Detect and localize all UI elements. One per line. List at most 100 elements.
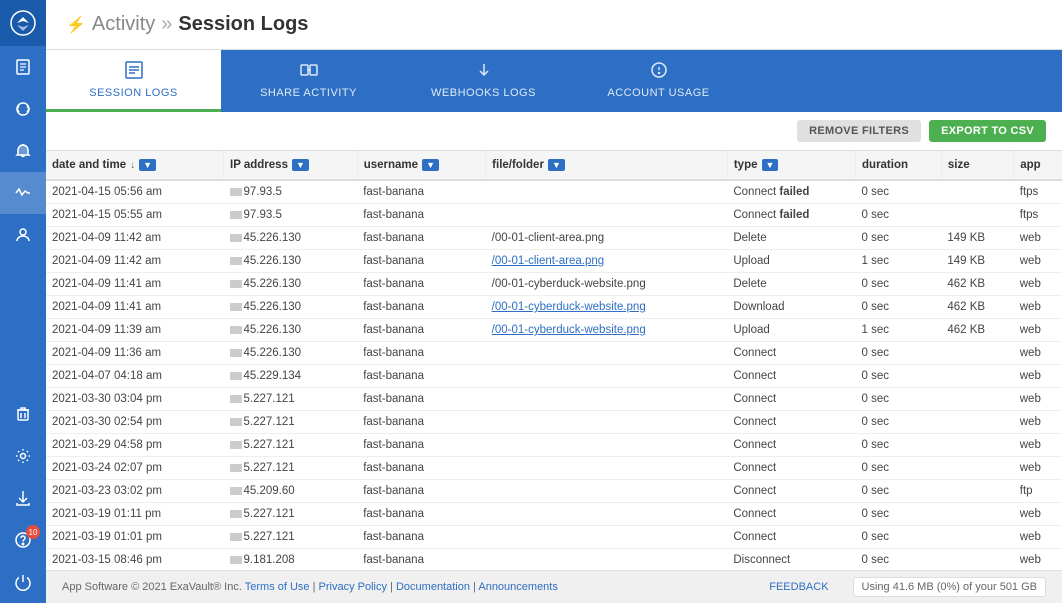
privacy-link[interactable]: Privacy Policy (319, 581, 387, 593)
table-row: 2021-03-30 03:04 pm5.227.121fast-bananaC… (46, 388, 1062, 411)
col-type[interactable]: type ▼ (727, 151, 855, 180)
table-cell[interactable]: /00-01-client-area.png (486, 250, 728, 273)
tab-session-logs[interactable]: SESSION LOGS (46, 50, 221, 112)
table-cell: 45.226.130 (224, 342, 358, 365)
table-cell (941, 503, 1013, 526)
toolbar: REMOVE FILTERS EXPORT TO CSV (46, 112, 1062, 151)
session-logs-title: Session Logs (178, 13, 308, 36)
table-cell: 97.93.5 (224, 204, 358, 227)
flag-icon (230, 533, 242, 541)
table-cell: Connect (727, 365, 855, 388)
trash-icon[interactable] (0, 393, 46, 435)
tab-share-activity[interactable]: SHARE ACTIVITY (221, 50, 396, 112)
activity-icon[interactable] (0, 172, 46, 214)
table-cell: fast-banana (357, 180, 485, 204)
flag-icon (230, 257, 242, 265)
footer-left: App Software © 2021 ExaVault® Inc. Terms… (62, 581, 558, 593)
account-usage-tab-label: ACCOUNT USAGE (607, 87, 709, 99)
col-type-label: type (734, 159, 758, 171)
table-cell: 45.209.60 (224, 480, 358, 503)
col-username[interactable]: username ▼ (357, 151, 485, 180)
table-cell: web (1014, 503, 1062, 526)
documentation-link[interactable]: Documentation (396, 581, 470, 593)
table-cell: 45.226.130 (224, 250, 358, 273)
table-cell: 5.227.121 (224, 434, 358, 457)
remove-filters-button[interactable]: REMOVE FILTERS (797, 120, 921, 142)
table-cell: fast-banana (357, 319, 485, 342)
feedback-button[interactable]: FEEDBACK (769, 581, 828, 593)
table-cell: 1 sec (856, 250, 942, 273)
flag-icon (230, 280, 242, 288)
sync-icon[interactable] (0, 88, 46, 130)
filter-datetime-icon[interactable]: ▼ (139, 159, 156, 171)
webhooks-logs-tab-label: WEBHOOKS LOGS (431, 87, 536, 99)
col-duration: duration (856, 151, 942, 180)
table-row: 2021-04-09 11:36 am45.226.130fast-banana… (46, 342, 1062, 365)
table-cell: 2021-04-15 05:55 am (46, 204, 224, 227)
activity-label: Activity (92, 13, 155, 36)
table-cell[interactable]: /00-01-cyberduck-website.png (486, 296, 728, 319)
table-cell: fast-banana (357, 549, 485, 571)
settings-icon[interactable] (0, 435, 46, 477)
table-cell: 462 KB (941, 273, 1013, 296)
tab-webhooks-logs[interactable]: WEBHOOKS LOGS (396, 50, 571, 112)
col-ip[interactable]: IP address ▼ (224, 151, 358, 180)
table-cell: 45.229.134 (224, 365, 358, 388)
table-cell: web (1014, 250, 1062, 273)
tab-account-usage[interactable]: ACCOUNT USAGE (571, 50, 746, 112)
filter-file-icon[interactable]: ▼ (548, 159, 565, 171)
power-icon[interactable] (0, 561, 46, 603)
table-cell (941, 342, 1013, 365)
table-cell: 2021-03-19 01:01 pm (46, 526, 224, 549)
table-cell (941, 457, 1013, 480)
col-file[interactable]: file/folder ▼ (486, 151, 728, 180)
filter-type-icon[interactable]: ▼ (762, 159, 779, 171)
announcements-link[interactable]: Announcements (478, 581, 558, 593)
table-cell (486, 365, 728, 388)
export-csv-button[interactable]: EXPORT TO CSV (929, 120, 1046, 142)
tabs-bar: SESSION LOGS SHARE ACTIVITY WEBHOOKS LOG… (46, 50, 1062, 112)
table-cell: /00-01-cyberduck-website.png (486, 273, 728, 296)
table-cell: 2021-03-30 03:04 pm (46, 388, 224, 411)
alerts-icon[interactable] (0, 130, 46, 172)
table-cell (486, 180, 728, 204)
footer-right: FEEDBACK Using 41.6 MB (0%) of your 501 … (769, 577, 1046, 597)
table-cell: ftps (1014, 204, 1062, 227)
table-cell: web (1014, 411, 1062, 434)
flag-icon (230, 303, 242, 311)
table-container: date and time ↓ ▼ IP address ▼ use (46, 151, 1062, 570)
table-cell: 0 sec (856, 480, 942, 503)
table-cell: 0 sec (856, 204, 942, 227)
help-icon[interactable]: 10 (0, 519, 46, 561)
filter-username-icon[interactable]: ▼ (422, 159, 439, 171)
table-cell: 45.226.130 (224, 273, 358, 296)
flag-icon (230, 372, 242, 380)
table-cell: 5.227.121 (224, 457, 358, 480)
table-cell: Connect failed (727, 204, 855, 227)
table-row: 2021-03-15 08:46 pm9.181.208fast-bananaD… (46, 549, 1062, 571)
table-cell: Upload (727, 250, 855, 273)
table-cell: fast-banana (357, 434, 485, 457)
table-cell: 5.227.121 (224, 388, 358, 411)
table-row: 2021-04-09 11:42 am45.226.130fast-banana… (46, 227, 1062, 250)
users-icon[interactable] (0, 214, 46, 256)
table-cell: Delete (727, 227, 855, 250)
table-cell: 0 sec (856, 388, 942, 411)
files-icon[interactable] (0, 46, 46, 88)
table-cell: web (1014, 365, 1062, 388)
sidebar: 10 (0, 0, 46, 603)
table-row: 2021-03-30 02:54 pm5.227.121fast-bananaC… (46, 411, 1062, 434)
table-cell: Disconnect (727, 549, 855, 571)
table-row: 2021-03-29 04:58 pm5.227.121fast-bananaC… (46, 434, 1062, 457)
col-datetime[interactable]: date and time ↓ ▼ (46, 151, 224, 180)
table-cell: 9.181.208 (224, 549, 358, 571)
download-icon[interactable] (0, 477, 46, 519)
logo[interactable] (0, 0, 46, 46)
table-cell: web (1014, 526, 1062, 549)
table-cell[interactable]: /00-01-cyberduck-website.png (486, 319, 728, 342)
terms-link[interactable]: Terms of Use (245, 581, 310, 593)
filter-ip-icon[interactable]: ▼ (292, 159, 309, 171)
webhooks-tab-icon (474, 60, 494, 83)
table-cell (941, 388, 1013, 411)
table-cell: web (1014, 273, 1062, 296)
